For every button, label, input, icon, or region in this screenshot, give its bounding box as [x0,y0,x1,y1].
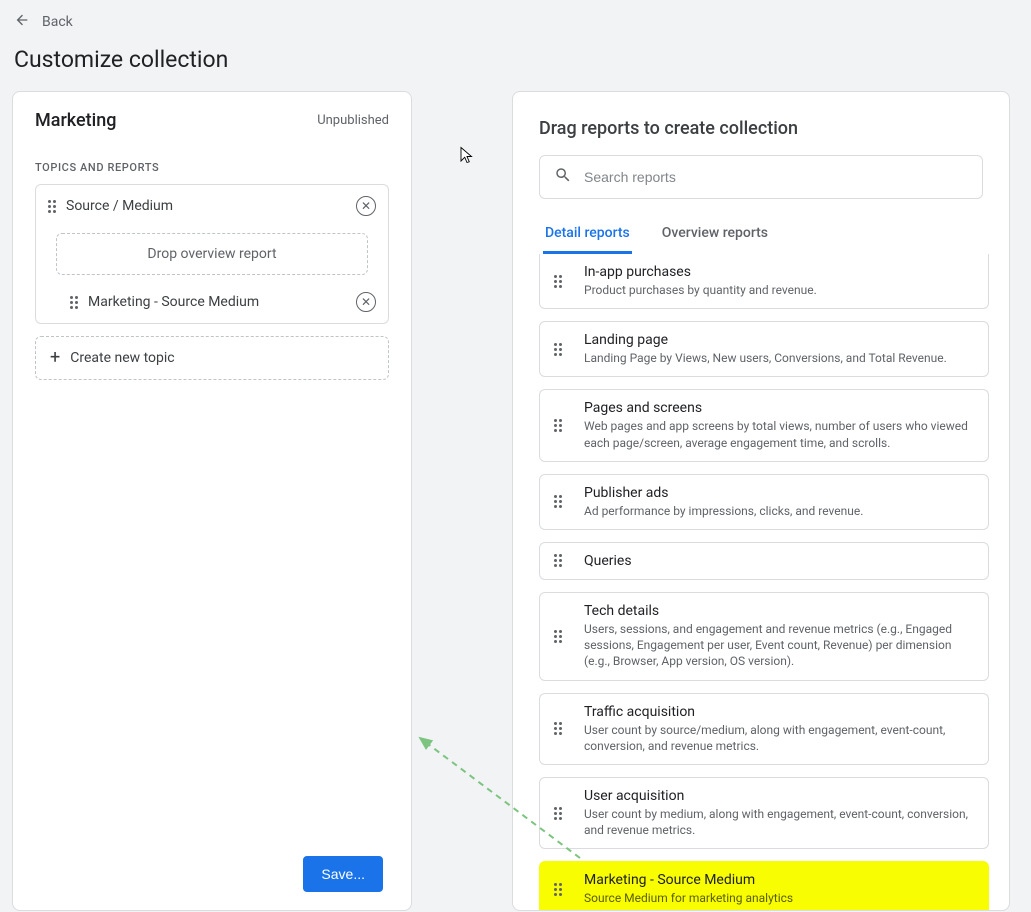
report-description: Product purchases by quantity and revenu… [584,282,974,298]
report-title: Landing page [584,332,974,348]
drag-handle-icon[interactable] [554,419,562,432]
overview-dropzone[interactable]: Drop overview report [56,233,368,275]
collection-name: Marketing [35,110,116,131]
reports-panel: Drag reports to create collection Detail… [512,91,1010,911]
report-title: Pages and screens [584,400,974,416]
remove-report-button[interactable]: ✕ [356,292,376,312]
save-button[interactable]: Save... [303,856,383,892]
report-card[interactable]: Traffic acquisition User count by source/… [539,693,989,765]
arrow-left-icon [14,12,30,32]
report-title: Marketing - Source Medium [584,872,974,888]
drag-handle-icon[interactable] [554,275,562,288]
report-card[interactable]: Marketing - Source Medium Source Medium f… [539,861,989,910]
report-description: User count by medium, along with engagem… [584,806,974,838]
back-label: Back [42,14,73,30]
reports-panel-title: Drag reports to create collection [513,92,1009,155]
search-input[interactable] [584,169,968,185]
report-card[interactable]: Queries [539,542,989,580]
back-link[interactable]: Back [14,8,73,36]
report-title: Tech details [584,603,974,619]
report-card[interactable]: Landing page Landing Page by Views, New u… [539,321,989,377]
create-topic-button[interactable]: + Create new topic [35,336,389,380]
drag-handle-icon[interactable] [554,343,562,356]
topic-row[interactable]: Source / Medium ✕ [36,185,388,227]
drag-handle-icon[interactable] [554,554,562,567]
close-icon: ✕ [361,199,371,213]
report-description: Source Medium for marketing analytics [584,890,974,906]
topic-name: Source / Medium [66,198,356,214]
drag-handle-icon[interactable] [554,630,562,643]
report-card[interactable]: User acquisition User count by medium, al… [539,777,989,849]
drag-handle-icon[interactable] [554,807,562,820]
topic-card: Source / Medium ✕ Drop overview report M… [35,184,389,324]
drag-handle-icon[interactable] [554,883,562,896]
report-description: User count by source/medium, along with … [584,722,974,754]
section-label: TOPICS AND REPORTS [13,143,411,184]
create-topic-label: Create new topic [70,350,174,366]
report-description: Web pages and app screens by total views… [584,418,974,450]
report-description: Users, sessions, and engagement and reve… [584,621,974,670]
report-name: Marketing - Source Medium [88,294,356,310]
search-box[interactable] [539,155,983,199]
report-title: Traffic acquisition [584,704,974,720]
plus-icon: + [50,349,60,367]
reports-list: In-app purchases Product purchases by qua… [513,254,1009,910]
report-card[interactable]: In-app purchases Product purchases by qua… [539,254,989,309]
drag-handle-icon[interactable] [48,200,56,213]
report-card[interactable]: Tech details Users, sessions, and engagem… [539,592,989,681]
report-title: Publisher ads [584,485,974,501]
collection-panel: Marketing Unpublished TOPICS AND REPORTS… [12,91,412,911]
report-description: Ad performance by impressions, clicks, a… [584,503,974,519]
page-title: Customize collection [14,46,1017,73]
report-description: Landing Page by Views, New users, Conver… [584,350,974,366]
report-title: Queries [584,553,974,569]
tab-detail-reports[interactable]: Detail reports [543,215,632,254]
tab-overview-reports[interactable]: Overview reports [660,215,770,254]
report-card[interactable]: Publisher ads Ad performance by impressio… [539,474,989,530]
remove-topic-button[interactable]: ✕ [356,196,376,216]
report-card[interactable]: Pages and screens Web pages and app scree… [539,389,989,461]
drag-handle-icon[interactable] [70,296,78,309]
topic-report-row[interactable]: Marketing - Source Medium ✕ [36,281,388,323]
drag-handle-icon[interactable] [554,495,562,508]
report-title: User acquisition [584,788,974,804]
drag-handle-icon[interactable] [554,722,562,735]
report-title: In-app purchases [584,264,974,280]
close-icon: ✕ [361,295,371,309]
status-badge: Unpublished [317,113,389,128]
search-icon [554,166,572,188]
